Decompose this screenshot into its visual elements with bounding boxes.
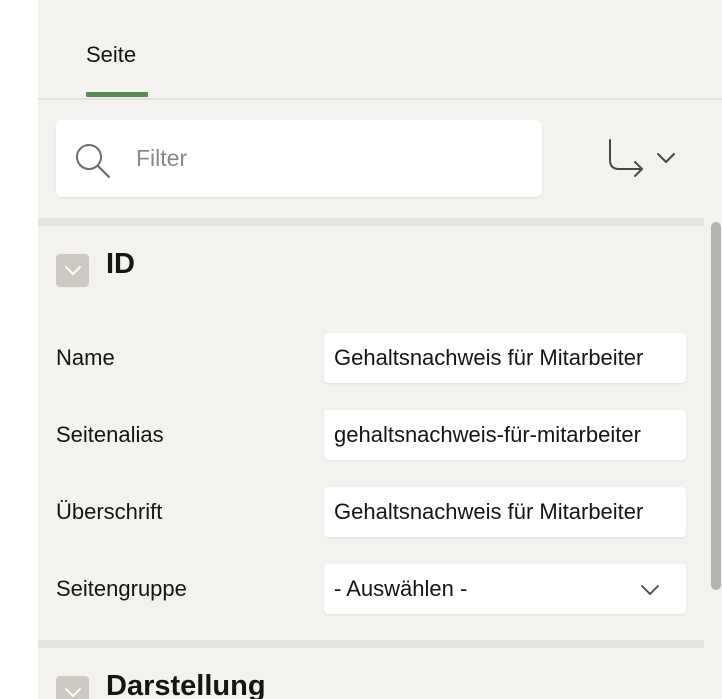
property-label: Überschrift <box>56 499 163 524</box>
chevron-down-icon <box>65 266 81 275</box>
seitengruppe-select[interactable]: - Auswählen - <box>324 564 686 614</box>
filter-input[interactable] <box>136 138 516 178</box>
property-row-ueberschrift: Überschrift Gehaltsnachweis für Mitarbei… <box>38 487 704 537</box>
ueberschrift-field[interactable]: Gehaltsnachweis für Mitarbeiter <box>324 487 686 537</box>
name-field[interactable]: Gehaltsnachweis für Mitarbeiter <box>324 333 686 383</box>
filter-box[interactable] <box>56 120 542 197</box>
collapse-toggle[interactable] <box>56 254 89 287</box>
field-value: Gehaltsnachweis für Mitarbeiter <box>334 345 644 370</box>
search-icon <box>76 144 111 179</box>
active-tab-indicator <box>86 92 148 97</box>
property-label: Name <box>56 345 115 370</box>
chevron-down-icon <box>65 688 81 697</box>
scrollbar-thumb[interactable] <box>711 222 721 590</box>
field-value: Gehaltsnachweis für Mitarbeiter <box>334 499 644 524</box>
selected-value: - Auswählen - <box>334 576 468 601</box>
property-row-seitengruppe: Seitengruppe - Auswählen - <box>38 564 704 614</box>
property-row-seitenalias: Seitenalias gehaltsnachweis-für-mitarbei… <box>38 410 704 460</box>
tab-bar: Seite <box>38 0 722 100</box>
toolbar <box>38 100 722 218</box>
property-label: Seitengruppe <box>56 576 187 601</box>
chevron-down-icon <box>641 585 659 595</box>
section-darstellung: Darstellung <box>38 648 704 699</box>
chevron-down-icon <box>657 153 675 163</box>
property-label: Seitenalias <box>56 422 164 447</box>
goto-menu-button[interactable] <box>606 136 680 180</box>
property-content: ID Name Gehaltsnachweis für Mitarbeiter … <box>38 218 722 699</box>
seitenalias-field[interactable]: gehaltsnachweis-für-mitarbeiter <box>324 410 686 460</box>
section-id: ID Name Gehaltsnachweis für Mitarbeiter … <box>38 226 704 640</box>
collapse-toggle[interactable] <box>56 676 89 699</box>
corner-down-right-arrow-icon <box>609 139 643 177</box>
property-row-name: Name Gehaltsnachweis für Mitarbeiter <box>38 333 704 383</box>
section-title: ID <box>106 248 135 280</box>
field-value: gehaltsnachweis-für-mitarbeiter <box>334 422 641 447</box>
property-editor-panel: Seite Filter ID Name Gehaltsnachweis für… <box>38 0 722 699</box>
tab-seite[interactable]: Seite <box>86 42 136 68</box>
section-title: Darstellung <box>106 670 266 699</box>
